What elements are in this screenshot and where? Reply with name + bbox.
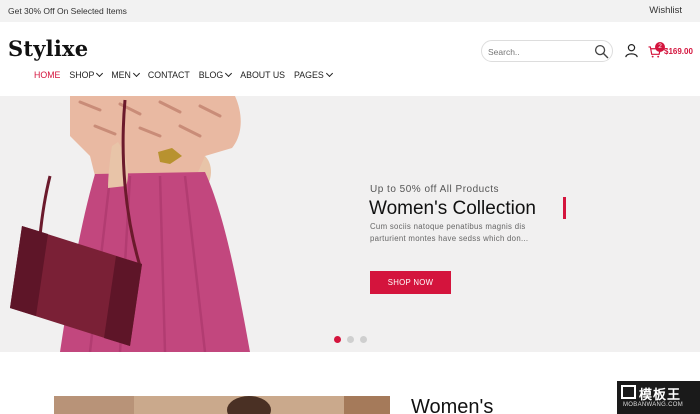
slider-dot[interactable] xyxy=(334,336,341,343)
hero-title: Women's Collection xyxy=(369,198,536,219)
cart-button[interactable]: 2 $169.00 xyxy=(648,42,696,59)
nav-item-men[interactable]: MEN xyxy=(111,69,140,81)
chevron-down-icon xyxy=(132,69,140,78)
hero-slider: Up to 50% off All Products Women's Colle… xyxy=(0,96,700,352)
title-accent-bar xyxy=(563,197,566,219)
chevron-down-icon xyxy=(96,69,104,78)
chevron-down-icon xyxy=(225,69,233,78)
collection-photo xyxy=(54,396,390,414)
slider-pagination xyxy=(334,336,367,343)
hero-model-image xyxy=(0,96,250,352)
nav-item-contact[interactable]: CONTACT xyxy=(148,69,190,81)
site-logo[interactable]: Stylixe xyxy=(8,36,88,61)
search-input[interactable] xyxy=(488,44,588,59)
user-icon[interactable] xyxy=(624,43,639,58)
nav-item-home[interactable]: HOME xyxy=(34,69,60,81)
nav-item-shop[interactable]: SHOP xyxy=(69,69,104,81)
nav-item-about-us[interactable]: ABOUT US xyxy=(240,69,285,81)
slider-dot[interactable] xyxy=(360,336,367,343)
search-box[interactable] xyxy=(481,40,613,62)
nav-item-pages[interactable]: PAGES xyxy=(294,69,333,81)
main-nav: HOME SHOP MEN CONTACT BLOG ABOUT US PAGE… xyxy=(34,69,341,81)
promo-text: Get 30% Off On Selected Items xyxy=(8,6,127,16)
hero-kicker: Up to 50% off All Products xyxy=(370,184,499,195)
collection-image xyxy=(54,396,390,414)
search-icon[interactable] xyxy=(594,44,609,59)
wishlist-link[interactable]: Wishlist xyxy=(649,5,682,16)
shop-now-button[interactable]: SHOP NOW xyxy=(370,271,451,294)
watermark-mark-icon xyxy=(621,385,636,399)
slider-dot[interactable] xyxy=(347,336,354,343)
watermark-logo: 模板王 MOBANWANG.COM xyxy=(617,381,700,414)
top-bar: Get 30% Off On Selected Items Wishlist xyxy=(0,0,700,22)
section-title: Women's xyxy=(411,396,494,414)
nav-item-blog[interactable]: BLOG xyxy=(199,69,233,81)
hero-description: Cum sociis natoque penatibus magnis dis … xyxy=(370,222,529,243)
chevron-down-icon xyxy=(325,69,333,78)
watermark-en: MOBANWANG.COM xyxy=(623,402,684,408)
watermark-cn: 模板王 xyxy=(639,387,682,402)
cart-total: $169.00 xyxy=(664,47,693,56)
